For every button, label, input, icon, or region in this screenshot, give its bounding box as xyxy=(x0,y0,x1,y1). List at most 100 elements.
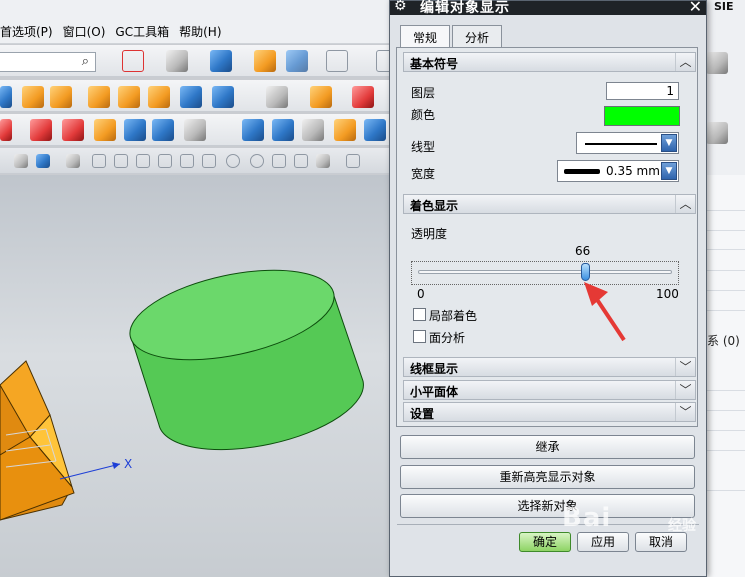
line-tool-icon[interactable] xyxy=(92,154,106,168)
edit-icon[interactable] xyxy=(254,50,276,72)
section-facet-body[interactable]: 小平面体 ﹀ xyxy=(403,380,696,400)
select-filter-icon[interactable] xyxy=(122,50,144,72)
cylinder-icon[interactable] xyxy=(50,86,72,108)
chamfer-icon[interactable] xyxy=(212,86,234,108)
blend-icon[interactable] xyxy=(334,119,356,141)
chevron-up-icon[interactable]: ︿ xyxy=(675,195,695,213)
ok-button[interactable]: 确定 xyxy=(519,532,571,552)
extrude-icon[interactable] xyxy=(0,86,12,108)
slider-thumb[interactable] xyxy=(581,263,591,281)
view-icon[interactable] xyxy=(286,50,308,72)
circle-tool-icon[interactable] xyxy=(226,154,240,168)
tools-icon[interactable] xyxy=(364,119,386,141)
block-solid[interactable] xyxy=(0,360,75,521)
ruler-icon[interactable] xyxy=(706,52,728,74)
move-face-icon[interactable] xyxy=(266,86,288,108)
point-icon[interactable] xyxy=(14,154,28,168)
patch-icon[interactable] xyxy=(272,119,294,141)
solid-icon[interactable] xyxy=(36,154,50,168)
face-analysis-checkbox[interactable] xyxy=(413,330,426,343)
mesh-icon[interactable] xyxy=(152,119,174,141)
panel-divider xyxy=(706,430,745,431)
cube-icon[interactable] xyxy=(210,50,232,72)
trim-icon[interactable] xyxy=(0,119,12,141)
width-dropdown[interactable]: 0.35 mm ▼ xyxy=(557,160,679,182)
panel-divider xyxy=(706,310,745,311)
loft-icon[interactable] xyxy=(302,119,324,141)
sweep-icon[interactable] xyxy=(118,86,140,108)
block-icon[interactable] xyxy=(22,86,44,108)
curve-tool-icon[interactable] xyxy=(158,154,172,168)
surface-grid-icon[interactable] xyxy=(242,119,264,141)
arc-tool-icon[interactable] xyxy=(114,154,128,168)
model-view[interactable] xyxy=(0,175,390,577)
cylinder-solid[interactable] xyxy=(122,254,364,451)
delete-face-icon[interactable] xyxy=(352,86,374,108)
color-swatch-button[interactable] xyxy=(604,106,680,126)
cancel-button[interactable]: 取消 xyxy=(635,532,687,552)
box-icon[interactable] xyxy=(88,86,110,108)
close-icon[interactable]: ✕ xyxy=(689,0,702,16)
shell-icon[interactable] xyxy=(180,86,202,108)
chevron-down-icon[interactable]: ﹀ xyxy=(675,381,695,399)
section-settings[interactable]: 设置 ﹀ xyxy=(403,402,696,422)
center-tool-icon[interactable] xyxy=(250,154,264,168)
linetype-dropdown[interactable]: ▼ xyxy=(576,132,679,154)
watermark-logo: Bai xyxy=(562,503,612,533)
gear-icon[interactable]: ⚙ xyxy=(394,0,407,14)
split-icon[interactable] xyxy=(30,119,52,141)
dialog-titlebar[interactable]: ⚙ 编辑对象显示 ✕ xyxy=(390,0,706,16)
surface-icon[interactable] xyxy=(148,86,170,108)
cross-tool-icon[interactable] xyxy=(272,154,286,168)
transparency-slider[interactable] xyxy=(411,261,679,285)
pattern-icon[interactable] xyxy=(94,119,116,141)
transparency-label: 透明度 xyxy=(411,227,448,241)
graphics-viewport[interactable]: X xyxy=(0,175,390,577)
mirror-icon[interactable] xyxy=(124,119,146,141)
angle-tool-icon[interactable] xyxy=(202,154,216,168)
x-axis-label: X xyxy=(124,457,133,471)
rehighlight-objects-button[interactable]: 重新高亮显示对象 xyxy=(400,465,695,489)
tab-general[interactable]: 常规 xyxy=(400,25,451,48)
analysis-icon[interactable] xyxy=(184,119,206,141)
inherit-button[interactable]: 继承 xyxy=(400,435,695,459)
color-label: 颜色 xyxy=(411,108,436,122)
menu-preferences[interactable]: 首选项(P) xyxy=(0,23,61,40)
chevron-up-icon[interactable]: ︿ xyxy=(675,53,695,71)
chevron-down-icon[interactable]: ▼ xyxy=(661,134,677,152)
sketch-icon[interactable] xyxy=(166,50,188,72)
section-shading[interactable]: 着色显示 ︿ xyxy=(403,194,696,214)
menu-window[interactable]: 窗口(O) xyxy=(61,23,114,40)
frame-icon[interactable] xyxy=(326,50,348,72)
cut-icon[interactable] xyxy=(62,119,84,141)
menu-gc-toolbox[interactable]: GC工具箱 xyxy=(113,23,177,40)
layer-field[interactable]: 1 xyxy=(606,82,679,100)
fillet-tool-icon[interactable] xyxy=(316,154,330,168)
chevron-down-icon[interactable]: ﹀ xyxy=(675,403,695,421)
partial-shading-checkbox[interactable] xyxy=(413,308,426,321)
red-arrow-annotation xyxy=(584,282,626,342)
grid-tool-icon[interactable] xyxy=(346,154,360,168)
section-title: 基本符号 xyxy=(410,57,459,71)
navigator-node-label[interactable]: 系 (0) xyxy=(707,332,740,349)
chevron-down-icon[interactable]: ▼ xyxy=(661,162,677,180)
slider-min-label: 0 xyxy=(417,287,425,301)
tab-analysis[interactable]: 分析 xyxy=(452,25,503,47)
panel-divider xyxy=(706,270,745,271)
chevron-down-icon[interactable]: ﹀ xyxy=(675,358,695,376)
command-search-input[interactable]: ⌕ xyxy=(0,52,96,72)
spline-tool-icon[interactable] xyxy=(136,154,150,168)
linetype-label: 线型 xyxy=(411,140,436,154)
width-label: 宽度 xyxy=(411,167,436,181)
plus-tool-icon[interactable] xyxy=(294,154,308,168)
select-new-objects-button[interactable]: 选择新对象 xyxy=(400,494,695,518)
wave-tool-icon[interactable] xyxy=(180,154,194,168)
snap-icon[interactable] xyxy=(66,154,80,168)
offset-icon[interactable] xyxy=(310,86,332,108)
section-basic-symbol[interactable]: 基本符号 ︿ xyxy=(403,52,696,72)
slider-track[interactable] xyxy=(418,270,672,274)
apply-button[interactable]: 应用 xyxy=(577,532,629,552)
section-wireframe[interactable]: 线框显示 ﹀ xyxy=(403,357,696,377)
menu-help[interactable]: 帮助(H) xyxy=(177,23,229,40)
axis-icon[interactable] xyxy=(706,122,728,144)
